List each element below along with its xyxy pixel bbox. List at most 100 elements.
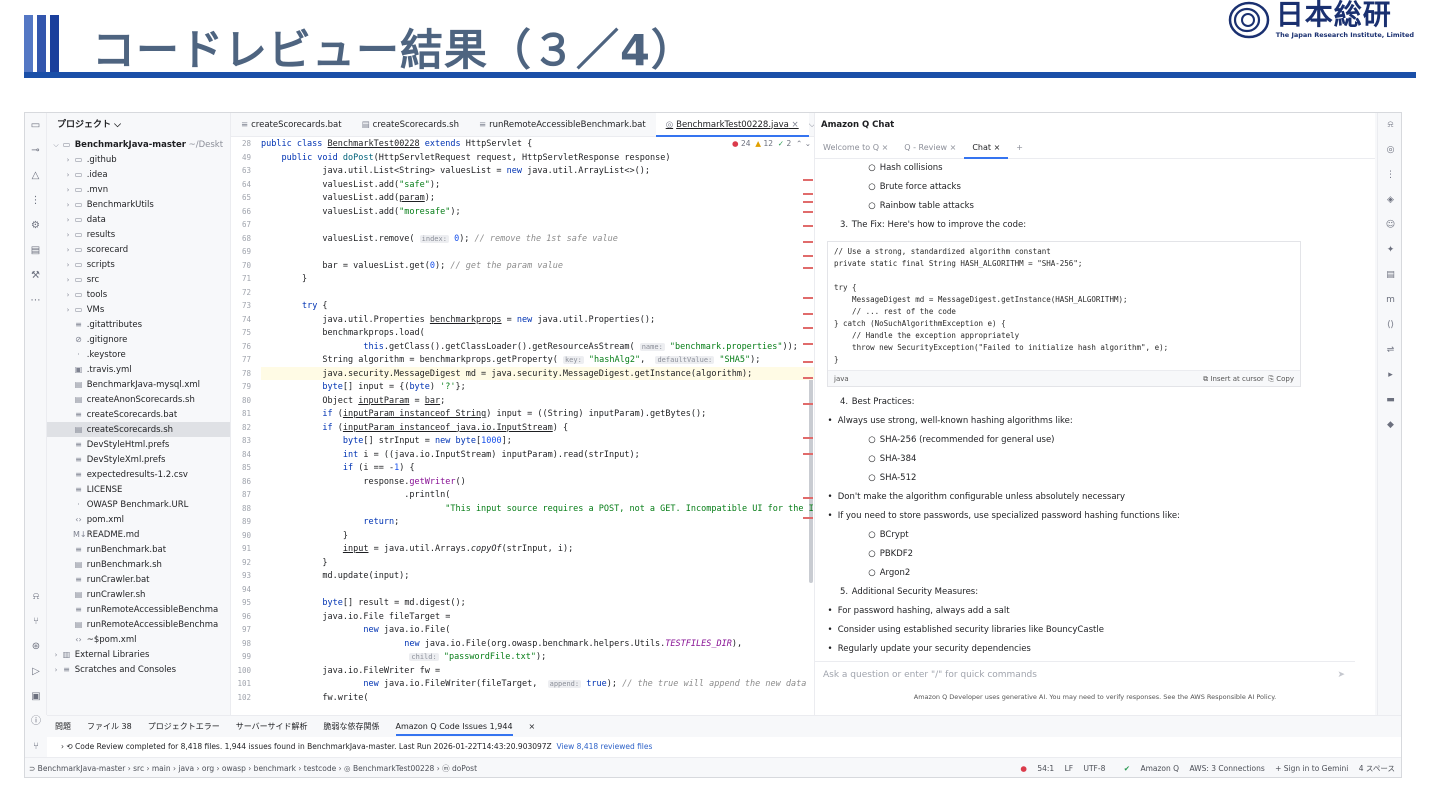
tree-item[interactable]: › ▭ .idea	[47, 167, 230, 182]
navigation-breadcrumb[interactable]: ⊃ BenchmarkJava-master › src › main › ja…	[29, 764, 477, 773]
tree-item[interactable]: ▤ runBenchmark.sh	[47, 557, 230, 572]
code-area[interactable]: 28 public class BenchmarkTest00228 extend…	[231, 137, 814, 715]
amazon-q-icon[interactable]: ◈	[1384, 193, 1398, 207]
error-stripe-mark[interactable]	[803, 313, 813, 315]
tree-item[interactable]: ▤ runRemoteAccessibleBenchma	[47, 617, 230, 632]
add-chat-tab-button[interactable]: +	[1008, 137, 1031, 159]
git-icon[interactable]: ⑂	[29, 615, 43, 629]
error-stripe-mark[interactable]	[803, 517, 813, 519]
tree-item[interactable]: › ≡ Scratches and Consoles	[47, 662, 230, 677]
close-tab-icon[interactable]: ×	[950, 143, 957, 152]
error-stripe-mark[interactable]	[803, 255, 813, 257]
view-reviewed-files-link[interactable]: View 8,418 reviewed files	[556, 742, 652, 751]
build-icon[interactable]: ⚒	[29, 269, 43, 283]
tree-item[interactable]: ≡ DevStyleHtml.prefs	[47, 437, 230, 452]
gemini-sign-in[interactable]: + Sign in to Gemini	[1275, 764, 1348, 773]
error-stripe-mark[interactable]	[803, 193, 813, 195]
tree-item[interactable]: ‹› pom.xml	[47, 512, 230, 527]
tree-item[interactable]: › ▭ scripts	[47, 257, 230, 272]
project-panel-title[interactable]: プロジェクト ⌵	[47, 113, 230, 137]
bottom-tab[interactable]: 脆弱な依存関係	[324, 722, 380, 731]
close-tab-icon[interactable]: ×	[789, 120, 799, 130]
cursor-position[interactable]: 54:1	[1037, 764, 1054, 773]
structure-icon[interactable]: ⋮	[1384, 168, 1398, 182]
error-stripe-mark[interactable]	[803, 201, 813, 203]
tree-item[interactable]: · .keystore	[47, 347, 230, 362]
tree-item[interactable]: ≡ runBenchmark.bat	[47, 542, 230, 557]
amazon-q-status[interactable]: Amazon Q	[1140, 764, 1179, 773]
tree-item[interactable]: ≡ createScorecards.bat	[47, 407, 230, 422]
tree-item[interactable]: › ▭ src	[47, 272, 230, 287]
tree-item[interactable]: ▤ createScorecards.sh	[47, 422, 230, 437]
tree-item[interactable]: ≡ LICENSE	[47, 482, 230, 497]
tree-item[interactable]: ≡ runRemoteAccessibleBenchma	[47, 602, 230, 617]
commit-icon[interactable]: ⊸	[29, 144, 43, 158]
tree-item[interactable]: ≡ expectedresults-1.2.csv	[47, 467, 230, 482]
structure-icon[interactable]: ⋮	[29, 194, 43, 208]
editor-tab[interactable]: ◎ BenchmarkTest00228.java ×	[655, 113, 809, 137]
error-stripe-mark[interactable]	[803, 327, 813, 329]
code-icon[interactable]: ⟨⟩	[1384, 318, 1398, 332]
chat-tab[interactable]: Chat ×	[964, 137, 1009, 159]
tree-item[interactable]: ≡ DevStyleXml.prefs	[47, 452, 230, 467]
tree-item[interactable]: ▤ BenchmarkJava-mysql.xml	[47, 377, 230, 392]
error-stripe-mark[interactable]	[803, 241, 813, 243]
close-tab-icon[interactable]: ×	[882, 143, 889, 152]
notifications-icon[interactable]: ⍾	[1384, 118, 1398, 132]
indent-setting[interactable]: 4 スペース	[1359, 764, 1395, 773]
tree-item[interactable]: ▣ .travis.yml	[47, 362, 230, 377]
gradle-icon[interactable]: ▸	[1384, 368, 1398, 382]
error-stripe-mark[interactable]	[803, 361, 813, 363]
editor-tab[interactable]: ≡ createScorecards.bat	[231, 113, 352, 137]
bottom-tab[interactable]: プロジェクトエラー	[148, 722, 220, 731]
tree-item[interactable]: › ▭ tools	[47, 287, 230, 302]
file-encoding[interactable]: UTF-8	[1083, 764, 1105, 773]
tree-item[interactable]: ≡ .gitattributes	[47, 317, 230, 332]
problems-icon[interactable]: ⓘ	[29, 715, 43, 729]
insert-at-cursor-button[interactable]: Insert at cursor	[1210, 375, 1264, 383]
tree-item[interactable]: › ▭ scorecard	[47, 242, 230, 257]
tree-item[interactable]: ▤ createAnonScorecards.sh	[47, 392, 230, 407]
error-stripe-mark[interactable]	[803, 377, 813, 379]
tree-item[interactable]: › ▥ External Libraries	[47, 647, 230, 662]
alert-icon[interactable]: △	[29, 169, 43, 183]
database-icon[interactable]: ▤	[1384, 268, 1398, 282]
gemini-icon[interactable]: ✦	[1384, 243, 1398, 257]
error-stripe-mark[interactable]	[803, 225, 813, 227]
tree-item[interactable]: ⌵ ▭ BenchmarkJava-master ~/Deskt	[47, 137, 230, 152]
copy-button[interactable]: Copy	[1276, 375, 1294, 383]
ai-assistant-icon[interactable]: ◎	[1384, 143, 1398, 157]
tree-item[interactable]: ▤ runCrawler.sh	[47, 587, 230, 602]
error-stripe-mark[interactable]	[803, 497, 813, 499]
close-tab-icon[interactable]: ×	[994, 143, 1001, 152]
tree-item[interactable]: M↓ README.md	[47, 527, 230, 542]
tree-item[interactable]: › ▭ results	[47, 227, 230, 242]
services-icon[interactable]: ⊛	[29, 640, 43, 654]
inspection-widget[interactable]: ● 24 ▲ 12 ✓ 2 ⌃ ⌄	[732, 137, 811, 151]
error-stripe-mark[interactable]	[803, 343, 813, 345]
tree-item[interactable]: ⊘ .gitignore	[47, 332, 230, 347]
tree-item[interactable]: ‹› ~$pom.xml	[47, 632, 230, 647]
endpoints-icon[interactable]: ⇌	[1384, 343, 1398, 357]
aws-connections[interactable]: AWS: 3 Connections	[1189, 764, 1264, 773]
tree-item[interactable]: › ▭ VMs	[47, 302, 230, 317]
error-stripe-mark[interactable]	[803, 403, 813, 405]
chat-input[interactable]: Ask a question or enter "/" for quick co…	[815, 661, 1355, 687]
copilot-icon[interactable]: ☺	[1384, 218, 1398, 232]
send-icon[interactable]: ➤	[1337, 662, 1345, 688]
error-stripe-mark[interactable]	[803, 211, 813, 213]
bottom-tab[interactable]: サーバーサイド解析	[236, 722, 308, 731]
tree-item[interactable]: › ▭ data	[47, 212, 230, 227]
more-icon[interactable]: ⋯	[29, 294, 43, 308]
plugins-icon[interactable]: ⚙	[29, 219, 43, 233]
db-icon[interactable]: ▬	[1384, 393, 1398, 407]
editor-tab[interactable]: ≡ runRemoteAccessibleBenchmark.bat	[469, 113, 656, 137]
error-stripe-mark[interactable]	[803, 179, 813, 181]
editor-tab[interactable]: ▤ createScorecards.sh	[352, 113, 469, 137]
database-icon[interactable]: ▤	[29, 244, 43, 258]
terminal-icon[interactable]: ▣	[29, 690, 43, 704]
close-tab-icon[interactable]: ×	[529, 722, 536, 731]
bottom-tab[interactable]: 問題	[55, 722, 71, 731]
folder-icon[interactable]: ▭	[29, 119, 43, 133]
notifications-icon[interactable]: ⍾	[29, 590, 43, 604]
